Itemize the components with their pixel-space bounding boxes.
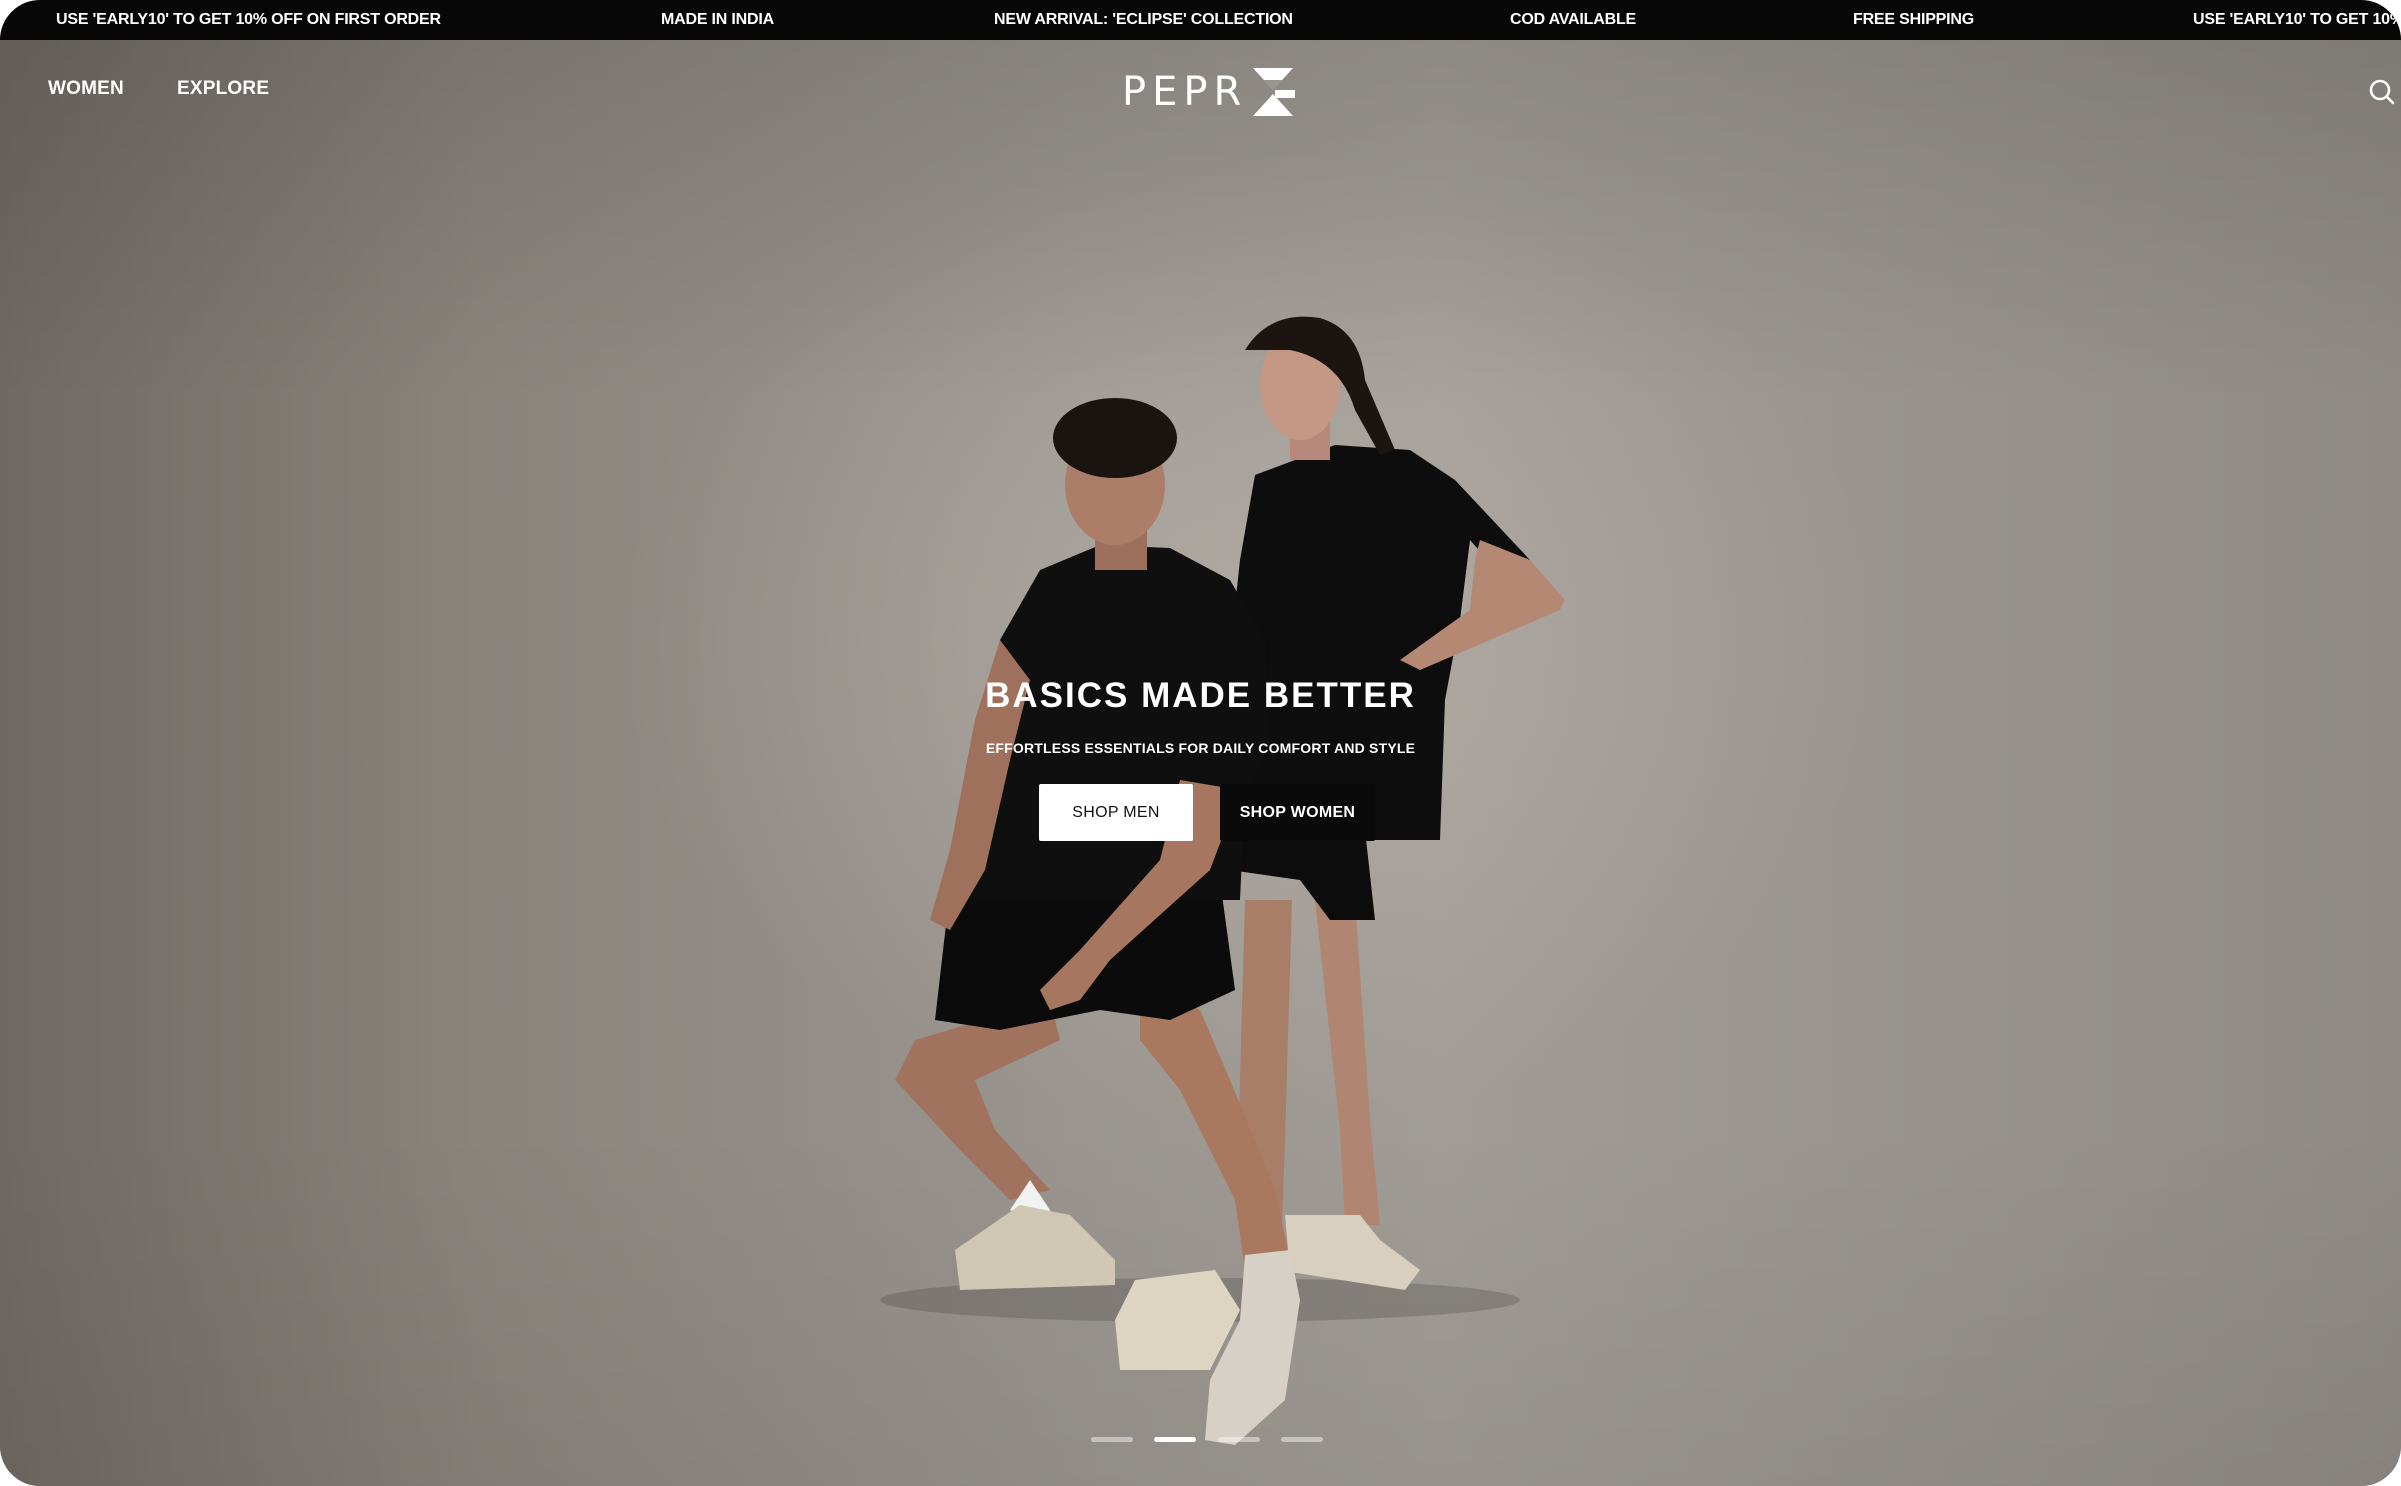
slide-indicator-active[interactable] <box>1154 1437 1196 1442</box>
hero-subtitle: EFFORTLESS ESSENTIALS FOR DAILY COMFORT … <box>985 740 1416 756</box>
nav-women[interactable]: WOMEN <box>48 78 124 100</box>
slide-indicator[interactable] <box>1218 1437 1260 1442</box>
brand-logo[interactable]: PEPR <box>1122 66 1297 118</box>
nav-explore[interactable]: EXPLORE <box>177 78 269 100</box>
page-frame: USE 'EARLY10' TO GET 10% OFF ON FIRST OR… <box>0 0 2401 1486</box>
hero-banner[interactable]: WOMEN EXPLORE PEPR BASICS MADE BETTER EF… <box>0 40 2401 1486</box>
announcement-bar: USE 'EARLY10' TO GET 10% OFF ON FIRST OR… <box>0 0 2401 40</box>
brand-logo-text: PEPR <box>1122 69 1248 115</box>
slide-indicator[interactable] <box>1091 1437 1133 1442</box>
slide-indicators <box>0 1437 2401 1443</box>
announcement-item: USE 'EARLY10' TO GET 10% OFF ON FIRST OR… <box>2193 11 2401 28</box>
announcement-item: COD AVAILABLE <box>1510 11 1636 28</box>
search-icon[interactable] <box>2368 78 2396 106</box>
brand-mark-icon <box>1253 68 1296 116</box>
announcement-item: MADE IN INDIA <box>661 11 774 28</box>
shop-women-button[interactable]: SHOP WOMEN <box>1220 784 1375 841</box>
hero-photo <box>880 316 1565 1445</box>
announcement-item: NEW ARRIVAL: 'ECLIPSE' COLLECTION <box>994 11 1293 28</box>
shop-men-button[interactable]: SHOP MEN <box>1039 784 1193 841</box>
slide-indicator[interactable] <box>1281 1437 1323 1442</box>
hero-title: BASICS MADE BETTER <box>985 676 1416 715</box>
announcement-item: FREE SHIPPING <box>1853 11 1974 28</box>
announcement-item: USE 'EARLY10' TO GET 10% OFF ON FIRST OR… <box>56 11 441 28</box>
